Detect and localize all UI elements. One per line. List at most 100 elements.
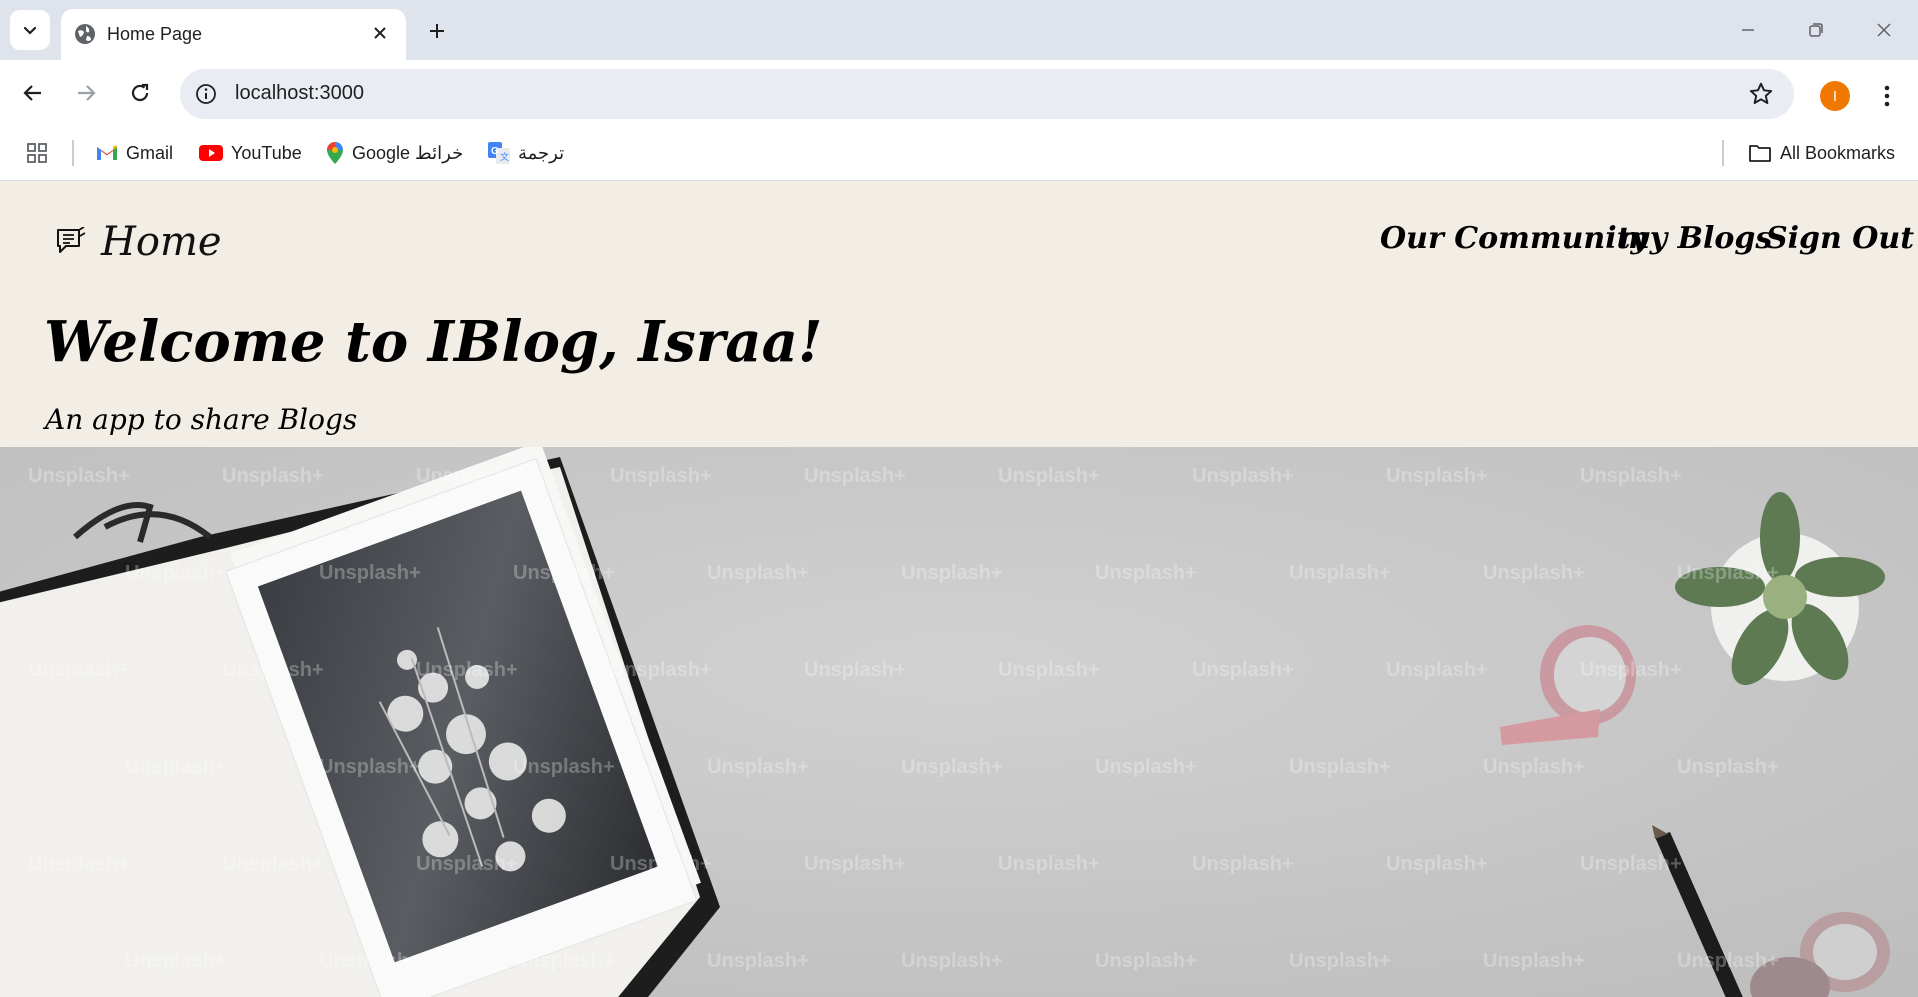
nav-my-blogs[interactable]: my Blogs xyxy=(1618,221,1772,256)
desk-photo-illustration xyxy=(0,447,1918,997)
address-bar[interactable]: localhost:3000 xyxy=(180,69,1794,119)
info-icon[interactable] xyxy=(194,82,218,106)
restore-icon xyxy=(1809,23,1823,37)
watermark: Unsplash+ xyxy=(1192,659,1294,681)
watermark: Unsplash+ xyxy=(901,756,1003,778)
watermark: Unsplash+ xyxy=(707,756,809,778)
watermark: Unsplash+ xyxy=(1580,659,1682,681)
arrow-right-icon xyxy=(78,85,96,101)
watermark: Unsplash+ xyxy=(1192,465,1294,487)
translate-icon: G文 xyxy=(488,142,510,164)
nav-our-community[interactable]: Our Community xyxy=(1380,221,1648,256)
new-tab-button[interactable] xyxy=(422,16,452,46)
watermark: Unsplash+ xyxy=(1386,659,1488,681)
watermark: Unsplash+ xyxy=(610,465,712,487)
url-text[interactable]: localhost:3000 xyxy=(235,82,364,105)
more-vert-icon xyxy=(1884,85,1890,107)
reload-icon xyxy=(131,83,149,102)
bookmark-gmail[interactable]: Gmail xyxy=(96,140,173,166)
watermark: Unsplash+ xyxy=(901,950,1003,972)
watermark: Unsplash+ xyxy=(804,853,906,875)
watermark: Unsplash+ xyxy=(707,950,809,972)
watermark: Unsplash+ xyxy=(125,950,227,972)
map-pin-icon xyxy=(327,142,343,164)
watermark: Unsplash+ xyxy=(513,756,615,778)
plus-icon xyxy=(430,24,444,38)
watermark: Unsplash+ xyxy=(804,659,906,681)
bookmark-separator xyxy=(1722,140,1724,166)
watermark: Unsplash+ xyxy=(1095,950,1197,972)
svg-text:G: G xyxy=(491,146,499,157)
forward-button[interactable] xyxy=(68,75,104,111)
bookmark-label: Gmail xyxy=(126,142,174,163)
bookmark-separator xyxy=(72,140,74,166)
watermark: Unsplash+ xyxy=(1289,950,1391,972)
brand-link[interactable]: Home xyxy=(55,217,222,267)
nav-sign-out[interactable]: Sign Out xyxy=(1766,221,1914,256)
watermark: Unsplash+ xyxy=(416,465,518,487)
bookmark-youtube[interactable]: YouTube xyxy=(199,140,302,166)
browser-menu-button[interactable] xyxy=(1875,80,1899,112)
watermark: Unsplash+ xyxy=(1580,465,1682,487)
web-page: Home Our Community my Blogs Sign Out Wel… xyxy=(0,181,1918,997)
watermark: Unsplash+ xyxy=(416,853,518,875)
youtube-icon xyxy=(199,145,223,161)
watermark: Unsplash+ xyxy=(28,465,130,487)
arrow-left-icon xyxy=(23,85,41,101)
bookmark-label: Google خرائط xyxy=(352,142,464,163)
watermark: Unsplash+ xyxy=(1677,562,1779,584)
active-tab[interactable]: Home Page xyxy=(61,9,406,60)
svg-text:文: 文 xyxy=(500,151,509,162)
watermark: Unsplash+ xyxy=(28,853,130,875)
apps-button[interactable] xyxy=(26,140,56,166)
site-header: Home Our Community my Blogs Sign Out Wel… xyxy=(0,181,1918,447)
watermark: Unsplash+ xyxy=(1386,465,1488,487)
watermark: Unsplash+ xyxy=(998,465,1100,487)
minimize-icon xyxy=(1742,29,1754,31)
watermark: Unsplash+ xyxy=(513,950,615,972)
watermark: Unsplash+ xyxy=(1483,950,1585,972)
watermark: Unsplash+ xyxy=(1483,562,1585,584)
bookmark-label: YouTube xyxy=(231,142,302,163)
watermark: Unsplash+ xyxy=(1095,756,1197,778)
close-icon xyxy=(1877,23,1891,37)
all-bookmarks-button[interactable]: All Bookmarks xyxy=(1748,140,1895,166)
minimize-button[interactable] xyxy=(1728,12,1768,48)
close-tab-button[interactable] xyxy=(368,21,392,45)
watermark: Unsplash+ xyxy=(222,659,324,681)
watermark: Unsplash+ xyxy=(1192,853,1294,875)
blog-chat-icon xyxy=(57,227,86,253)
watermark: Unsplash+ xyxy=(1483,756,1585,778)
bookmarks-bar: Gmail YouTube Google خرائط G文 ترجمة All … xyxy=(0,126,1918,181)
restore-button[interactable] xyxy=(1796,12,1836,48)
browser-toolbar: localhost:3000 I xyxy=(0,60,1918,126)
hero-image: Unsplash+ Unsplash+ Unsplash+ Unsplash+ … xyxy=(0,447,1918,997)
bookmark-star-icon[interactable] xyxy=(1748,81,1774,107)
watermark: Unsplash+ xyxy=(1289,756,1391,778)
bookmark-google-maps[interactable]: Google خرائط xyxy=(326,140,463,166)
globe-icon xyxy=(75,24,95,44)
watermark: Unsplash+ xyxy=(998,659,1100,681)
watermark: Unsplash+ xyxy=(1386,853,1488,875)
watermark: Unsplash+ xyxy=(1289,562,1391,584)
watermark: Unsplash+ xyxy=(28,659,130,681)
reload-button[interactable] xyxy=(122,75,158,111)
watermark: Unsplash+ xyxy=(319,562,421,584)
profile-avatar[interactable]: I xyxy=(1820,81,1850,111)
watermark: Unsplash+ xyxy=(610,659,712,681)
bookmark-label: ترجمة xyxy=(518,142,565,163)
back-button[interactable] xyxy=(15,75,51,111)
gmail-icon xyxy=(97,145,117,160)
watermark: Unsplash+ xyxy=(319,756,421,778)
watermark: Unsplash+ xyxy=(416,659,518,681)
all-bookmarks-label: All Bookmarks xyxy=(1780,142,1896,163)
watermark: Unsplash+ xyxy=(1677,950,1779,972)
bookmark-translate[interactable]: G文 ترجمة xyxy=(488,140,564,166)
watermark: Unsplash+ xyxy=(1095,562,1197,584)
watermark: Unsplash+ xyxy=(222,465,324,487)
watermark: Unsplash+ xyxy=(222,853,324,875)
watermark: Unsplash+ xyxy=(319,950,421,972)
close-window-button[interactable] xyxy=(1864,12,1904,48)
tab-search-button[interactable] xyxy=(10,10,50,50)
watermark: Unsplash+ xyxy=(1677,756,1779,778)
